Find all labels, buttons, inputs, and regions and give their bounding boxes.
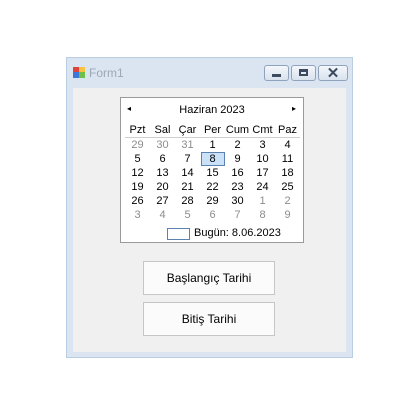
calendar-day[interactable]: 1 [250,194,275,208]
calendar-day[interactable]: 31 [175,138,200,153]
weekday-header: Çar [175,123,200,138]
calendar-day[interactable]: 28 [175,194,200,208]
calendar-day[interactable]: 20 [150,180,175,194]
calendar-header: ◂ Haziran 2023 ▸ [121,104,303,118]
today-marker-icon [167,228,190,240]
end-date-button[interactable]: Bitiş Tarihi [143,302,275,336]
calendar-day[interactable]: 9 [275,208,300,222]
calendar-day[interactable]: 19 [125,180,150,194]
calendar-day[interactable]: 8 [250,208,275,222]
maximize-icon [299,69,308,76]
calendar-day[interactable]: 2 [275,194,300,208]
calendar-day[interactable]: 23 [225,180,250,194]
calendar-day[interactable]: 4 [275,138,300,153]
calendar-day[interactable]: 17 [250,166,275,180]
month-title[interactable]: Haziran 2023 [121,104,303,116]
calendar-week-row: 5 6 7 8 9 10 11 [125,152,300,166]
minimize-button[interactable] [264,65,289,81]
calendar-day[interactable]: 7 [225,208,250,222]
close-icon: ✕ [326,65,340,82]
calendar-day[interactable]: 21 [175,180,200,194]
calendar-day[interactable]: 11 [275,152,300,166]
calendar-day[interactable]: 5 [125,152,150,166]
calendar-week-row: 26 27 28 29 30 1 2 [125,194,300,208]
start-date-button[interactable]: Başlangıç Tarihi [143,261,275,295]
form-app-icon [73,67,85,78]
calendar-day[interactable]: 22 [200,180,225,194]
weekday-header: Cmt [250,123,275,138]
calendar-day[interactable]: 7 [175,152,200,166]
weekday-header: Paz [275,123,300,138]
calendar-day[interactable]: 27 [150,194,175,208]
calendar-day[interactable]: 4 [150,208,175,222]
weekday-header: Per [200,123,225,138]
calendar-day[interactable]: 14 [175,166,200,180]
minimize-icon [272,74,281,77]
calendar-day[interactable]: 5 [175,208,200,222]
form-client-area: ◂ Haziran 2023 ▸ Pzt Sal Çar Per Cum Cmt Paz 2… [73,88,346,352]
calendar-day[interactable]: 13 [150,166,175,180]
calendar-day[interactable]: 6 [200,208,225,222]
title-bar[interactable]: Form1 ✕ [67,58,352,88]
calendar-day-selected[interactable]: 8 [200,152,225,166]
calendar-day-label: 8 [200,152,225,166]
weekday-header: Cum [225,123,250,138]
month-calendar[interactable]: ◂ Haziran 2023 ▸ Pzt Sal Çar Per Cum Cmt Paz 2… [120,97,304,243]
calendar-day[interactable]: 15 [200,166,225,180]
weekday-header: Sal [150,123,175,138]
form-window: Form1 ✕ ◂ Haziran 2023 ▸ Pzt Sal Çar Per Cum… [66,57,353,358]
calendar-week-row: 3456789 [125,208,300,222]
calendar-day[interactable]: 26 [125,194,150,208]
calendar-day[interactable]: 9 [225,152,250,166]
calendar-day[interactable]: 12 [125,166,150,180]
calendar-grid: Pzt Sal Çar Per Cum Cmt Paz 29 30 31 1 2 3 4 5 6 7 8 9 10 1… [125,123,300,222]
calendar-day[interactable]: 2 [225,138,250,153]
calendar-day[interactable]: 29 [200,194,225,208]
calendar-day[interactable]: 30 [150,138,175,153]
calendar-day[interactable]: 3 [250,138,275,153]
calendar-day[interactable]: 25 [275,180,300,194]
today-link[interactable]: Bugün: 8.06.2023 [121,227,303,242]
calendar-week-row: 12 13 14 15 16 17 18 [125,166,300,180]
calendar-week-row: 19 20 21 22 23 24 25 [125,180,300,194]
next-month-icon[interactable]: ▸ [292,104,296,113]
calendar-day[interactable]: 18 [275,166,300,180]
weekday-header: Pzt [125,123,150,138]
calendar-day[interactable]: 29 [125,138,150,153]
today-label: Bugün: 8.06.2023 [194,227,281,239]
calendar-day[interactable]: 3 [125,208,150,222]
calendar-day[interactable]: 24 [250,180,275,194]
calendar-day[interactable]: 16 [225,166,250,180]
calendar-week-row: 29 30 31 1 2 3 4 [125,138,300,153]
calendar-day[interactable]: 6 [150,152,175,166]
calendar-day[interactable]: 30 [225,194,250,208]
close-button[interactable]: ✕ [318,65,348,82]
window-title: Form1 [89,66,124,80]
calendar-day[interactable]: 10 [250,152,275,166]
maximize-button[interactable] [291,65,316,81]
calendar-day[interactable]: 1 [200,138,225,153]
